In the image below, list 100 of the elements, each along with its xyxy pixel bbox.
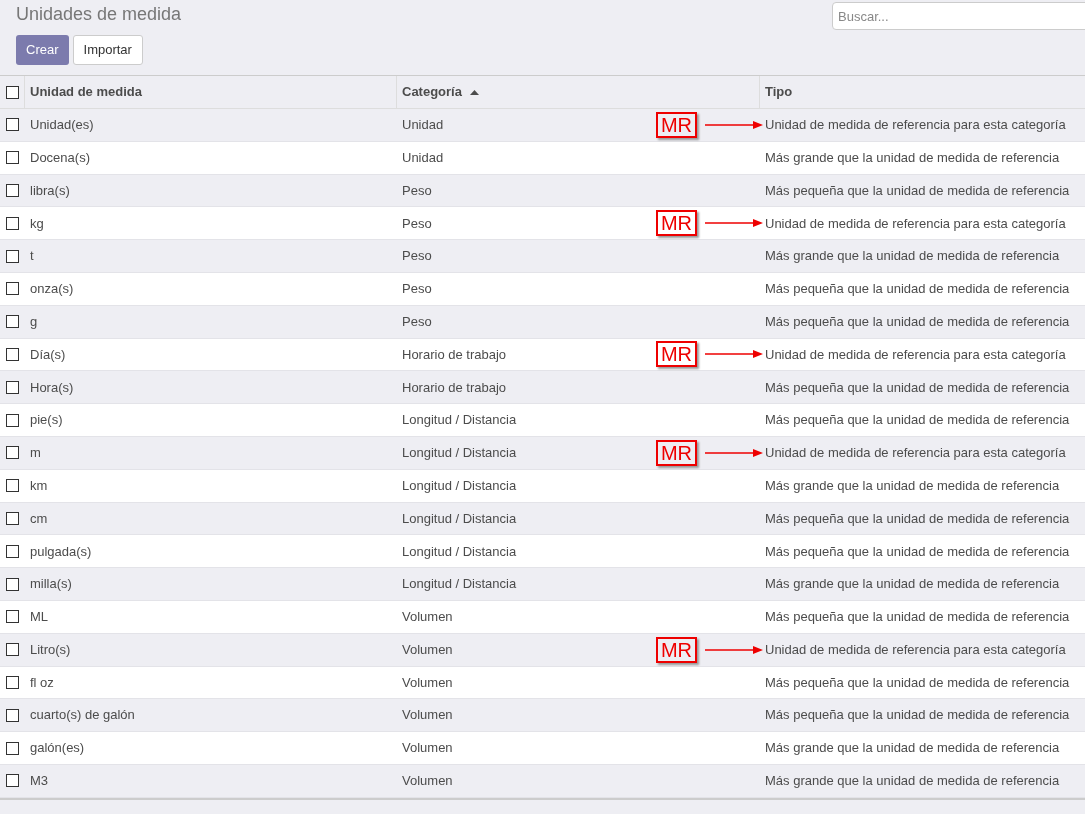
checkbox[interactable]: [6, 249, 19, 263]
table-cell-text: Peso: [402, 214, 432, 233]
table-row[interactable]: kg Peso MR Unidad de medida de referencia para esta categoría: [0, 207, 1085, 241]
checkbox[interactable]: [6, 741, 19, 755]
table-cell-text: Volumen: [402, 640, 453, 659]
table-cell-text: Longitud / Distancia: [402, 509, 517, 528]
table-row[interactable]: pie(s) Longitud / Distancia Más pequeña que la unidad de medida de referencia: [0, 404, 1085, 437]
table-cell-text: Longitud / Distancia: [402, 444, 517, 463]
annotation-label: MR: [655, 636, 697, 663]
arrow-icon: [705, 645, 763, 654]
page-title: Unidades de medida: [16, 3, 182, 26]
table-cell: Unidad de medida de referencia para esta categoría: [765, 641, 1066, 657]
checkbox[interactable]: [6, 643, 19, 657]
column-header[interactable]: Tipo: [760, 76, 1085, 108]
checkbox[interactable]: [6, 184, 19, 197]
column-header[interactable]: Unidad de medida: [25, 76, 397, 108]
table-cell-text: Longitud / Distancia: [402, 542, 517, 561]
table-cell-text: Volumen: [402, 673, 453, 692]
checkbox[interactable]: [6, 282, 19, 296]
table-cell-text: Peso: [402, 181, 432, 200]
table-cell: Más pequeña que la unidad de medida de referencia: [765, 510, 1070, 526]
table-row[interactable]: fl oz Volumen Más pequeña que la unidad de medida de referencia: [0, 666, 1085, 700]
table-cell: cuarto(s) de galón: [30, 707, 135, 723]
table-cell: libra(s): [30, 182, 70, 198]
table-cell: fl oz: [30, 674, 54, 690]
checkbox[interactable]: [6, 380, 19, 394]
table-cell-text: Peso: [402, 312, 432, 331]
table-cell-text: Horario de trabajo: [402, 345, 507, 364]
table-cell: cm: [30, 510, 48, 526]
table-cell: pie(s): [30, 412, 63, 428]
annotation-label: MR: [655, 210, 697, 237]
checkbox[interactable]: [6, 708, 19, 722]
table-cell: Más pequeña que la unidad de medida de referencia: [765, 313, 1070, 329]
arrow-icon: [705, 350, 763, 359]
table-cell-text: Volumen: [402, 772, 453, 791]
table-cell: Unidad de medida de referencia para esta categoría: [765, 117, 1066, 133]
table-row[interactable]: ML Volumen Más pequeña que la unidad de medida de referencia: [0, 600, 1085, 634]
table-cell-text: Longitud / Distancia: [402, 476, 517, 495]
arrow-icon: [705, 219, 763, 228]
table-row[interactable]: galón(es) Volumen Más grande que la unidad de medida de referencia: [0, 732, 1085, 765]
table-cell: onza(s): [30, 281, 74, 297]
checkbox[interactable]: [5, 85, 19, 99]
table-cell-text: Longitud / Distancia: [402, 575, 517, 594]
checkbox[interactable]: [6, 544, 19, 558]
checkbox[interactable]: [6, 216, 19, 230]
checkbox[interactable]: [6, 577, 19, 591]
table-row[interactable]: Unidad(es) Unidad MR Unidad de medida de referencia para esta categoría: [0, 109, 1085, 142]
table-cell-text: Volumen: [402, 739, 453, 758]
import-button[interactable]: Importar: [72, 35, 143, 65]
table-cell: Más grande que la unidad de medida de referencia: [765, 149, 1060, 165]
annotation-label: MR: [655, 111, 697, 138]
table-cell: Unidad de medida de referencia para esta categoría: [765, 346, 1066, 362]
table-cell: Más pequeña que la unidad de medida de referencia: [765, 281, 1070, 297]
table-cell: Unidad de medida de referencia para esta categoría: [765, 445, 1066, 461]
annotation-label: MR: [655, 341, 697, 368]
checkbox[interactable]: [6, 446, 19, 460]
checkbox[interactable]: [6, 610, 19, 624]
table-cell: M3: [30, 773, 49, 789]
checkbox[interactable]: [6, 479, 19, 493]
table-row[interactable]: km Longitud / Distancia Más grande que la unidad de medida de referencia: [0, 469, 1085, 503]
checkbox[interactable]: [6, 413, 19, 427]
table-cell: kg: [30, 215, 44, 231]
table-cell: Más pequeña que la unidad de medida de referencia: [765, 543, 1070, 559]
checkbox[interactable]: [6, 315, 19, 329]
table-cell: Litro(s): [30, 641, 71, 657]
table-cell-text: Volumen: [402, 706, 453, 725]
table-row[interactable]: pulgada(s) Longitud / Distancia Más pequeña que la unidad de medida de referencia: [0, 535, 1085, 569]
table-row[interactable]: onza(s) Peso Más pequeña que la unidad de medida de referencia: [0, 273, 1085, 306]
create-button[interactable]: Crear: [16, 35, 69, 65]
arrow-icon: [705, 448, 763, 457]
search-field[interactable]: Buscar...: [832, 2, 1085, 30]
checkbox[interactable]: [6, 347, 19, 361]
table-cell-text: Peso: [402, 247, 432, 266]
table-cell: milla(s): [30, 576, 72, 592]
checkbox[interactable]: [6, 675, 19, 689]
table-cell: Más pequeña que la unidad de medida de referencia: [765, 674, 1070, 690]
table-cell: Unidad de medida de referencia para esta categoría: [765, 215, 1066, 231]
table-cell: Más grande que la unidad de medida de referencia: [765, 740, 1060, 756]
table-cell: Más grande que la unidad de medida de referencia: [765, 248, 1060, 264]
checkbox[interactable]: [6, 774, 19, 788]
table-cell: Más grande que la unidad de medida de referencia: [765, 576, 1060, 592]
table-cell: g: [30, 313, 38, 329]
table-cell: Más grande que la unidad de medida de referencia: [765, 477, 1060, 493]
table-cell: Más pequeña que la unidad de medida de referencia: [765, 707, 1070, 723]
checkbox[interactable]: [6, 511, 19, 525]
table-cell-text: Unidad: [402, 116, 444, 135]
checkbox[interactable]: [6, 118, 19, 132]
table-row[interactable]: Docena(s) Unidad Más grande que la unidad de medida de referencia: [0, 141, 1085, 175]
annotation-label: MR: [655, 439, 697, 466]
table-cell-text: Peso: [402, 280, 432, 299]
table-cell: t: [30, 248, 34, 264]
table-cell: Día(s): [30, 346, 66, 362]
table-cell-text: Volumen: [402, 608, 453, 627]
table-cell-text: Unidad: [402, 148, 444, 167]
table-cell: pulgada(s): [30, 543, 92, 559]
table-cell: galón(es): [30, 740, 85, 756]
table-cell: Unidad(es): [30, 117, 94, 133]
checkbox[interactable]: [6, 151, 19, 165]
table-row[interactable]: Día(s) Horario de trabajo MR Unidad de medida de referencia para esta categoría: [0, 338, 1085, 372]
column-header[interactable]: Categoría: [397, 76, 760, 108]
